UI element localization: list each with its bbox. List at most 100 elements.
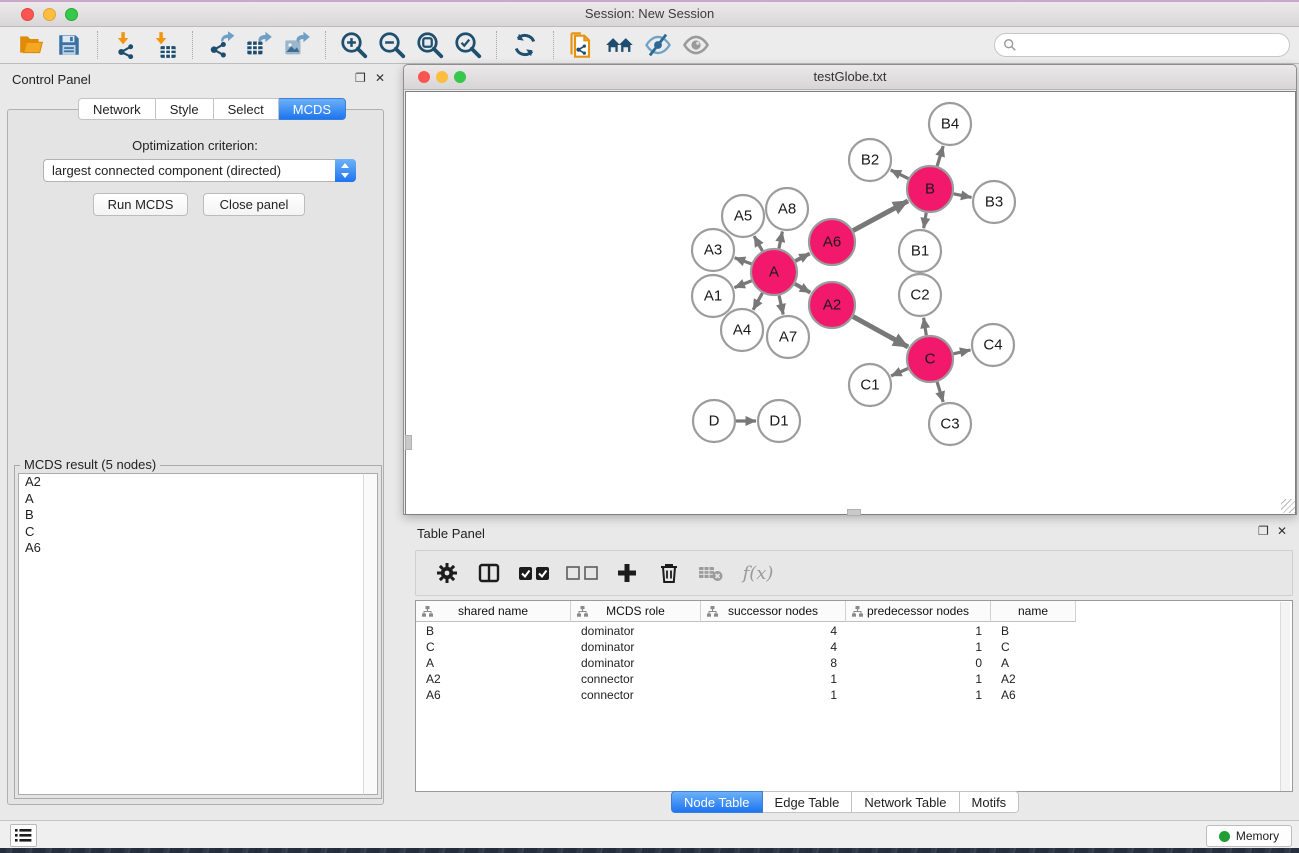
table-cell[interactable]: 1 bbox=[846, 687, 991, 703]
first-neighbors-icon[interactable] bbox=[603, 30, 637, 60]
table-panel-close-icon[interactable]: ✕ bbox=[1277, 524, 1287, 538]
table-row[interactable]: Cdominator41C bbox=[416, 639, 1076, 655]
table-cell[interactable]: A bbox=[991, 655, 1076, 671]
table-row[interactable]: Adominator80A bbox=[416, 655, 1076, 671]
import-network-icon[interactable] bbox=[109, 30, 143, 60]
graph-node-A6[interactable]: A6 bbox=[809, 219, 855, 265]
mcds-result-scrollbar[interactable] bbox=[363, 473, 378, 795]
graph-edge-A-A8[interactable] bbox=[779, 232, 783, 249]
graph-edge-A-A6[interactable] bbox=[795, 254, 810, 262]
graph-node-D1[interactable]: D1 bbox=[758, 400, 800, 442]
table-cell[interactable]: 1 bbox=[701, 687, 846, 703]
table-panel-float-icon[interactable]: ❐ bbox=[1258, 524, 1269, 538]
table-cell[interactable]: A2 bbox=[991, 671, 1076, 687]
table-cell[interactable]: connector bbox=[571, 687, 701, 703]
tab-node-table[interactable]: Node Table bbox=[671, 791, 763, 813]
task-history-button[interactable] bbox=[10, 824, 37, 847]
export-network-icon[interactable] bbox=[204, 30, 238, 60]
graph-node-A5[interactable]: A5 bbox=[722, 195, 764, 237]
graph-edge-A6-B[interactable] bbox=[853, 201, 908, 231]
select-all-icon[interactable] bbox=[514, 558, 554, 588]
graph-node-C[interactable]: C bbox=[907, 336, 953, 382]
table-cell[interactable]: dominator bbox=[571, 623, 701, 639]
add-column-plus-icon[interactable] bbox=[610, 558, 644, 588]
open-file-icon[interactable] bbox=[14, 30, 48, 60]
column-header-name[interactable]: name bbox=[991, 601, 1076, 622]
table-cell[interactable]: connector bbox=[571, 671, 701, 687]
mcds-result-item[interactable]: A bbox=[19, 491, 364, 508]
graph-node-A1[interactable]: A1 bbox=[692, 275, 734, 317]
mcds-result-item[interactable]: A6 bbox=[19, 540, 364, 557]
new-network-from-selection-icon[interactable] bbox=[565, 30, 599, 60]
deselect-all-icon[interactable] bbox=[562, 558, 602, 588]
delete-table-icon[interactable] bbox=[694, 558, 728, 588]
graph-node-A2[interactable]: A2 bbox=[809, 282, 855, 328]
graph-edge-A-A4[interactable] bbox=[753, 293, 762, 310]
graph-node-B1[interactable]: B1 bbox=[899, 230, 941, 272]
table-cell[interactable]: A6 bbox=[416, 687, 571, 703]
control-panel-float-icon[interactable]: ❐ bbox=[355, 71, 366, 85]
column-header-predecessor-nodes[interactable]: predecessor nodes bbox=[846, 601, 991, 622]
table-row[interactable]: Bdominator41B bbox=[416, 623, 1076, 639]
table-cell[interactable]: 1 bbox=[701, 671, 846, 687]
network-window-titlebar[interactable]: testGlobe.txt bbox=[404, 65, 1296, 90]
tab-style[interactable]: Style bbox=[156, 98, 214, 120]
table-cell[interactable]: 1 bbox=[846, 639, 991, 655]
table-cell[interactable]: 1 bbox=[846, 671, 991, 687]
network-canvas[interactable]: B4B2BB3A8A5A6A3B1AA1C2A2A4A7C4CC1C3DD1 bbox=[405, 91, 1296, 515]
graph-edge-B-B3[interactable] bbox=[954, 194, 972, 198]
graph-node-B[interactable]: B bbox=[907, 166, 953, 212]
close-panel-button[interactable]: Close panel bbox=[203, 193, 305, 216]
graph-node-B3[interactable]: B3 bbox=[973, 181, 1015, 223]
table-cell[interactable]: A2 bbox=[416, 671, 571, 687]
graph-edge-A-A2[interactable] bbox=[795, 284, 810, 293]
graph-edge-A-A7[interactable] bbox=[779, 296, 783, 315]
graph-node-A8[interactable]: A8 bbox=[766, 188, 808, 230]
table-cell[interactable]: B bbox=[991, 623, 1076, 639]
graph-node-C4[interactable]: C4 bbox=[972, 324, 1014, 366]
tab-network[interactable]: Network bbox=[78, 98, 156, 120]
table-cell[interactable]: dominator bbox=[571, 639, 701, 655]
tab-mcds[interactable]: MCDS bbox=[279, 98, 346, 120]
zoom-out-icon[interactable] bbox=[375, 30, 409, 60]
graph-node-A[interactable]: A bbox=[751, 249, 797, 295]
network-horizontal-scroll-thumb[interactable] bbox=[847, 509, 861, 516]
graph-node-A4[interactable]: A4 bbox=[721, 309, 763, 351]
graph-edge-C-C2[interactable] bbox=[924, 318, 927, 336]
run-mcds-button[interactable]: Run MCDS bbox=[93, 193, 188, 216]
graph-edge-A2-C[interactable] bbox=[853, 317, 908, 347]
show-all-icon[interactable] bbox=[679, 30, 713, 60]
graph-node-C2[interactable]: C2 bbox=[899, 274, 941, 316]
tab-motifs[interactable]: Motifs bbox=[960, 791, 1020, 813]
criterion-dropdown[interactable]: largest connected component (directed) bbox=[43, 159, 356, 182]
mcds-result-item[interactable]: A2 bbox=[19, 474, 364, 491]
column-header-shared-name[interactable]: shared name bbox=[416, 601, 571, 622]
table-cell[interactable]: C bbox=[991, 639, 1076, 655]
table-cell[interactable]: 0 bbox=[846, 655, 991, 671]
graph-edge-B-B2[interactable] bbox=[891, 170, 909, 179]
zoom-selected-icon[interactable] bbox=[451, 30, 485, 60]
graph-edge-B-B1[interactable] bbox=[924, 213, 927, 229]
import-table-icon[interactable] bbox=[147, 30, 181, 60]
save-session-icon[interactable] bbox=[52, 30, 86, 60]
table-cell[interactable]: C bbox=[416, 639, 571, 655]
graph-node-A7[interactable]: A7 bbox=[767, 316, 809, 358]
split-pane-icon[interactable] bbox=[472, 558, 506, 588]
search-input[interactable] bbox=[1022, 38, 1272, 52]
table-row[interactable]: A6connector11A6 bbox=[416, 687, 1076, 703]
memory-button[interactable]: Memory bbox=[1206, 825, 1292, 847]
refresh-icon[interactable] bbox=[508, 30, 542, 60]
delete-column-trash-icon[interactable] bbox=[652, 558, 686, 588]
zoom-in-icon[interactable] bbox=[337, 30, 371, 60]
mcds-result-item[interactable]: B bbox=[19, 507, 364, 524]
table-cell[interactable]: A6 bbox=[991, 687, 1076, 703]
hide-selected-icon[interactable] bbox=[641, 30, 675, 60]
table-cell[interactable]: 8 bbox=[701, 655, 846, 671]
graph-edge-A-A1[interactable] bbox=[734, 281, 751, 288]
network-graph[interactable]: B4B2BB3A8A5A6A3B1AA1C2A2A4A7C4CC1C3DD1 bbox=[406, 92, 1295, 514]
graph-node-B2[interactable]: B2 bbox=[849, 139, 891, 181]
table-cell[interactable]: dominator bbox=[571, 655, 701, 671]
export-table-icon[interactable] bbox=[242, 30, 276, 60]
graph-edge-C-C4[interactable] bbox=[953, 350, 970, 354]
graph-node-C1[interactable]: C1 bbox=[849, 364, 891, 406]
